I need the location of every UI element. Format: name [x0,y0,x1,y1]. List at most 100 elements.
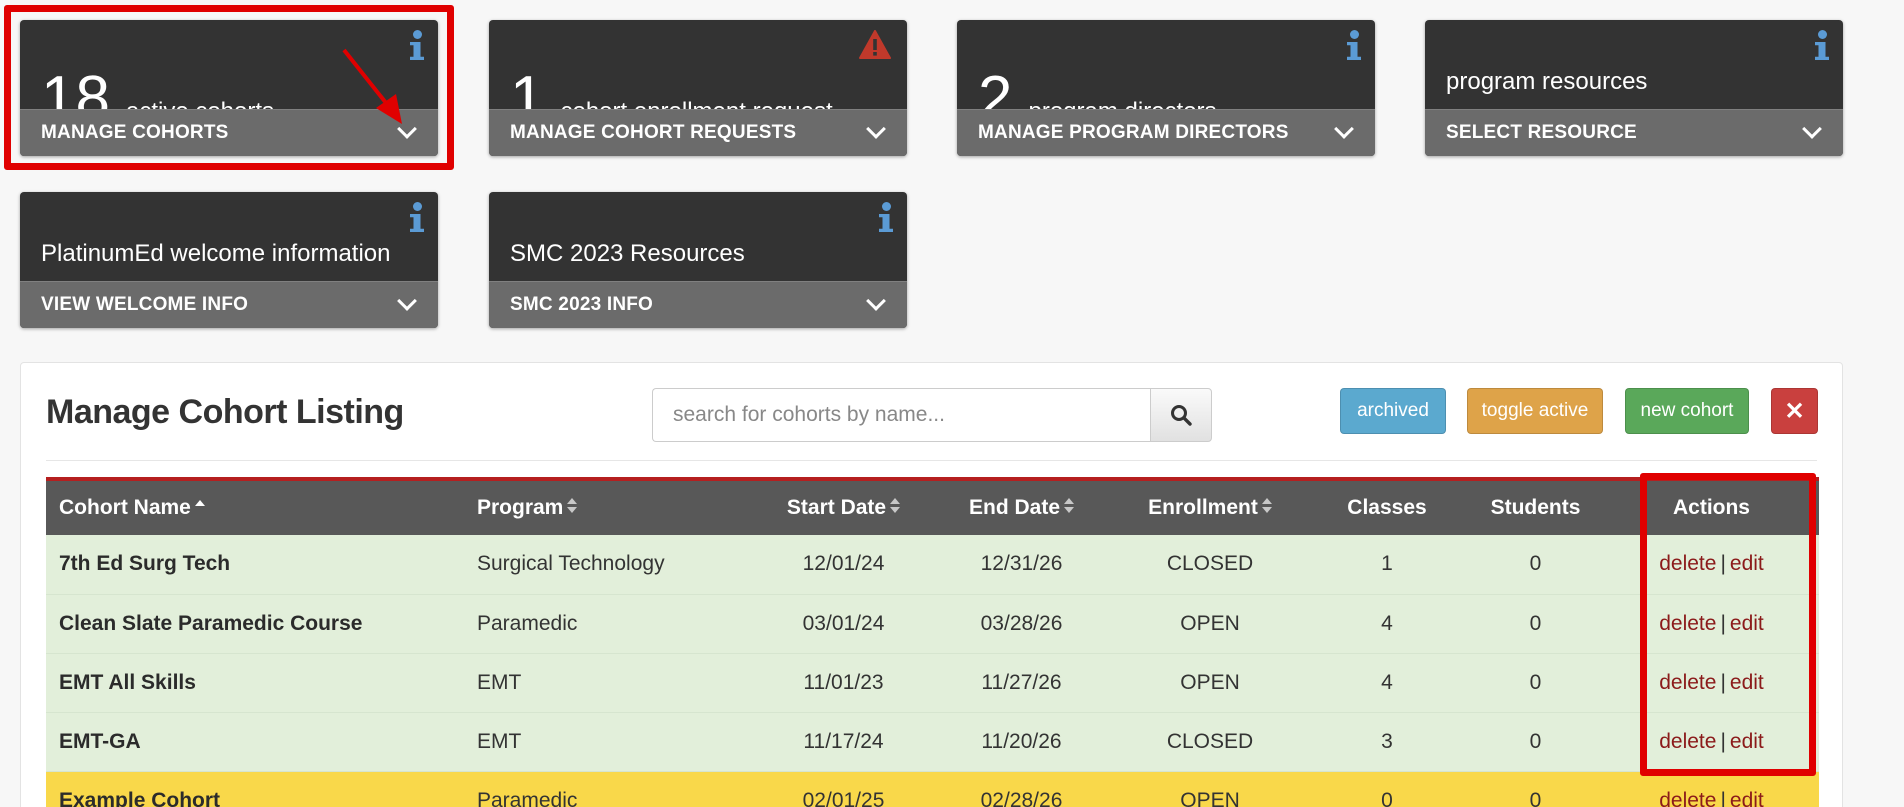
tile-header: 2 program directors [957,20,1375,130]
search-input[interactable] [652,388,1150,442]
action-separator: | [1720,670,1726,694]
tile-bar-label: MANAGE COHORTS [41,122,229,143]
manage-cohort-requests-dropdown[interactable]: MANAGE COHORT REQUESTS [489,109,907,156]
column-header-students: Students [1490,496,1581,519]
program-cell: Paramedic [477,788,578,807]
toggle-active-button[interactable]: toggle active [1467,388,1603,434]
program-cell: EMT [464,712,757,772]
action-separator: | [1720,611,1726,635]
actions-cell: delete | edit [1604,653,1819,713]
column-header-cohort-name[interactable]: Cohort Name [46,479,464,535]
tile-smc-resources: SMC 2023 Resources SMC 2023 INFO [489,192,907,328]
delete-link[interactable]: delete [1659,671,1716,694]
edit-link[interactable]: edit [1730,789,1764,807]
classes-cell: 4 [1307,653,1467,713]
students-cell: 0 [1467,712,1604,772]
action-separator: | [1720,729,1726,753]
end-date-cell: 02/28/26 [980,788,1063,807]
actions-cell: delete | edit [1604,535,1819,595]
sort-ascending-icon [194,497,205,515]
program-cell: EMT [464,653,757,713]
end-date-cell: 12/31/26 [930,535,1113,595]
sort-icon [890,497,901,515]
manage-program-directors-dropdown[interactable]: MANAGE PROGRAM DIRECTORS [957,109,1375,156]
action-separator: | [1720,788,1726,807]
program-cell: Paramedic [464,594,757,654]
tile-label: SMC 2023 Resources [510,240,745,267]
tile-active-cohorts: 18 active cohorts MANAGE COHORTS [20,20,438,156]
students-cell: 0 [1467,594,1604,654]
start-date-cell: 12/01/24 [757,535,930,595]
smc-2023-info-dropdown[interactable]: SMC 2023 INFO [489,281,907,328]
column-header-program[interactable]: Program [464,479,757,535]
tile-header: program resources [1425,20,1843,109]
select-resource-dropdown[interactable]: SELECT RESOURCE [1425,109,1843,156]
edit-link[interactable]: edit [1730,612,1764,635]
manage-cohorts-dropdown[interactable]: MANAGE COHORTS [20,109,438,156]
chevron-down-icon [397,291,417,311]
tile-header: SMC 2023 Resources [489,192,907,281]
tile-bar-label: MANAGE COHORT REQUESTS [510,122,797,143]
sort-icon [1261,497,1272,515]
search-button[interactable] [1150,388,1212,442]
enrollment-cell: CLOSED [1113,712,1307,772]
delete-link[interactable]: delete [1659,552,1716,575]
tile-label: program resources [1446,68,1648,95]
chevron-down-icon [1334,119,1354,139]
chevron-down-icon [1802,119,1822,139]
delete-link[interactable]: delete [1659,789,1716,807]
column-header-classes: Classes [1347,496,1427,519]
start-date-cell: 02/01/25 [802,788,885,807]
column-header-actions: Actions [1672,496,1750,519]
chevron-down-icon [866,119,886,139]
info-icon[interactable] [410,30,424,62]
cohort-name-cell: Clean Slate Paramedic Course [46,594,464,654]
tile-bar-label: MANAGE PROGRAM DIRECTORS [978,122,1289,143]
cohort-listing-panel: Manage Cohort Listing archived toggle ac… [20,362,1843,807]
cohort-name-cell: EMT-GA [46,712,464,772]
table-row: EMT All Skills EMT 11/01/23 11/27/26 OPE… [46,653,1819,713]
info-icon[interactable] [1347,30,1361,62]
tile-program-resources: program resources SELECT RESOURCE [1425,20,1843,156]
page-title: Manage Cohort Listing [46,393,404,431]
end-date-cell: 11/27/26 [930,653,1113,713]
actions-cell: delete | edit [1604,594,1819,654]
edit-link[interactable]: edit [1730,671,1764,694]
cohort-name-cell: EMT All Skills [46,653,464,713]
new-cohort-button[interactable]: new cohort [1625,388,1749,434]
info-icon[interactable] [879,202,893,234]
column-header-start-date[interactable]: Start Date [757,479,930,535]
warning-icon[interactable] [859,30,891,59]
cohort-table: Cohort Name Program Start Date End Date … [46,477,1819,807]
delete-link[interactable]: delete [1659,730,1716,753]
info-icon[interactable] [410,202,424,234]
delete-link[interactable]: delete [1659,612,1716,635]
tile-header: 18 active cohorts [20,20,438,130]
edit-link[interactable]: edit [1730,552,1764,575]
sort-icon [567,497,578,515]
table-row: Example Cohort Paramedic 02/01/25 02/28/… [46,771,1819,807]
column-header-end-date[interactable]: End Date [930,479,1113,535]
cohort-name-cell: Example Cohort [59,788,221,807]
info-icon[interactable] [1815,30,1829,62]
students-cell: 0 [1467,535,1604,595]
classes-cell: 3 [1307,712,1467,772]
start-date-cell: 11/01/23 [757,653,930,713]
close-button[interactable]: ✕ [1771,388,1818,434]
table-row: EMT-GA EMT 11/17/24 11/20/26 CLOSED 3 0 … [46,712,1819,772]
program-cell: Surgical Technology [464,535,757,595]
actions-cell: delete | edit [1604,771,1819,807]
action-separator: | [1720,552,1726,576]
enrollment-cell: OPEN [1180,788,1240,807]
actions-cell: delete | edit [1604,712,1819,772]
view-welcome-info-dropdown[interactable]: VIEW WELCOME INFO [20,281,438,328]
archived-button[interactable]: archived [1340,388,1446,434]
end-date-cell: 11/20/26 [930,712,1113,772]
sort-icon [1064,497,1074,515]
tile-header: PlatinumEd welcome information [20,192,438,281]
tile-bar-label: VIEW WELCOME INFO [41,294,249,315]
enrollment-cell: CLOSED [1113,535,1307,595]
tile-program-directors: 2 program directors MANAGE PROGRAM DIREC… [957,20,1375,156]
edit-link[interactable]: edit [1730,730,1764,753]
column-header-enrollment[interactable]: Enrollment [1113,479,1307,535]
